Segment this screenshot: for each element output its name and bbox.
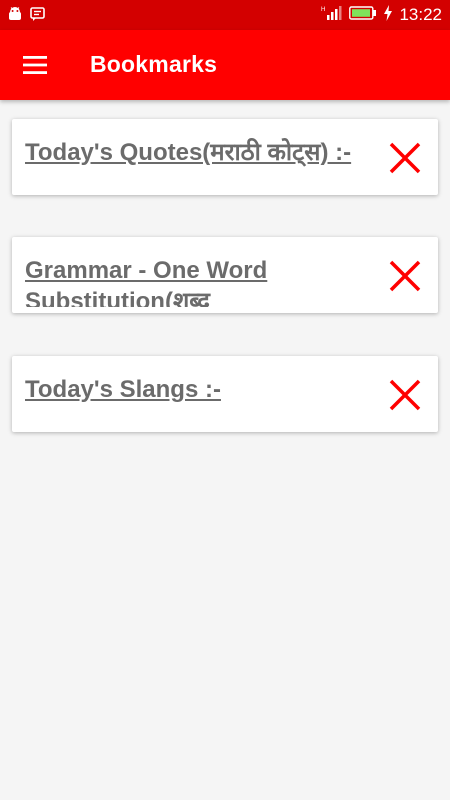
bookmark-card[interactable]: Grammar - One Word Substitution(शब्द [12,237,438,313]
signal-icon: H [321,5,343,26]
android-icon [8,7,22,26]
bookmark-title[interactable]: Today's Slangs :- [25,374,355,426]
status-left-icons [8,7,45,26]
charging-icon [383,4,393,26]
app-bar: Bookmarks [0,30,450,100]
status-bar: H 13:22 [0,0,450,30]
svg-text:H: H [321,7,325,13]
status-right-icons: H 13:22 [321,4,442,26]
close-icon[interactable] [386,139,424,177]
page-title: Bookmarks [90,51,218,77]
close-icon[interactable] [386,376,424,414]
hamburger-menu-icon[interactable] [16,48,54,82]
bookmark-card[interactable]: Today's Quotes(मराठी कोट्स) :- [12,119,438,195]
status-time: 13:22 [399,5,442,24]
bookmark-card[interactable]: Today's Slangs :- [12,356,438,432]
bookmark-title[interactable]: Today's Quotes(मराठी कोट्स) :- [25,137,355,189]
close-icon[interactable] [386,257,424,295]
message-icon [30,7,45,26]
bookmark-title[interactable]: Grammar - One Word Substitution(शब्द [25,255,355,307]
battery-icon [349,5,377,25]
